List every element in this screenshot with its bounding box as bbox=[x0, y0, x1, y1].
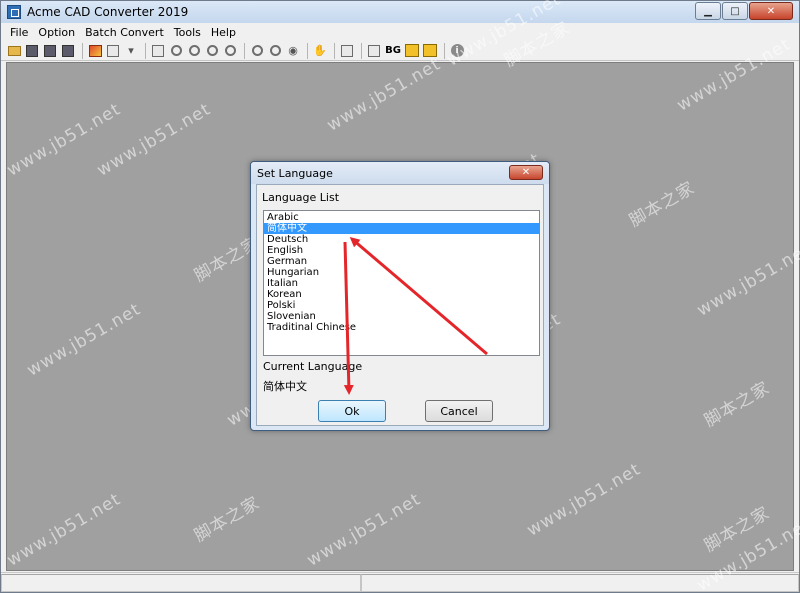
convert-button[interactable] bbox=[87, 43, 103, 59]
language-item[interactable]: Korean bbox=[264, 289, 539, 300]
convert-icon bbox=[88, 44, 102, 57]
set-language-dialog: Set Language ✕ Language List Arabic 简体中文… bbox=[250, 161, 550, 431]
save-as-button[interactable] bbox=[60, 43, 76, 59]
ok-button[interactable]: Ok bbox=[318, 400, 386, 422]
language-item[interactable]: German bbox=[264, 256, 539, 267]
print-icon bbox=[152, 44, 164, 57]
info-icon: i bbox=[450, 44, 464, 57]
batch-icon bbox=[107, 44, 119, 57]
window-controls: ▁ □ ✕ bbox=[694, 2, 793, 20]
zoom-in-button[interactable] bbox=[186, 43, 202, 59]
current-language-value: 简体中文 bbox=[263, 380, 307, 393]
save-all-icon bbox=[44, 44, 56, 57]
language-item[interactable]: Italian bbox=[264, 278, 539, 289]
zoom-extents-icon bbox=[224, 45, 236, 56]
menu-file[interactable]: File bbox=[5, 26, 33, 39]
home-button[interactable] bbox=[422, 43, 438, 59]
zoom-extents-button[interactable] bbox=[222, 43, 238, 59]
warning-icon bbox=[405, 44, 419, 57]
status-pane-main bbox=[1, 574, 361, 592]
language-item[interactable]: English bbox=[264, 245, 539, 256]
background-button[interactable]: BG bbox=[384, 43, 402, 59]
app-icon[interactable] bbox=[7, 5, 21, 19]
title-bar[interactable]: Acme CAD Converter 2019 ▁ □ ✕ bbox=[1, 1, 799, 23]
zoom-window-icon bbox=[251, 45, 263, 56]
eye-icon: ◉ bbox=[288, 44, 298, 57]
close-button[interactable]: ✕ bbox=[749, 2, 793, 20]
minimize-icon: ▁ bbox=[704, 5, 712, 17]
batch-button[interactable] bbox=[105, 43, 121, 59]
toolbar-separator bbox=[334, 42, 335, 59]
menu-tools[interactable]: Tools bbox=[169, 26, 206, 39]
language-item[interactable]: Polski bbox=[264, 300, 539, 311]
toolbar-separator bbox=[444, 42, 445, 59]
zoom-icon bbox=[170, 45, 182, 56]
open-folder-icon bbox=[7, 45, 21, 56]
menu-bar: File Option Batch Convert Tools Help bbox=[1, 23, 799, 41]
save-as-icon bbox=[62, 44, 74, 57]
warning-button[interactable] bbox=[404, 43, 420, 59]
save-icon bbox=[26, 44, 38, 57]
language-item[interactable]: Traditinal Chinese bbox=[264, 322, 539, 333]
toolbar: ▾ ◉ ✋ BG i bbox=[1, 41, 799, 61]
save-button[interactable] bbox=[24, 43, 40, 59]
layers-icon bbox=[341, 44, 353, 57]
zoom-window-button[interactable] bbox=[249, 43, 265, 59]
maximize-icon: □ bbox=[730, 5, 740, 17]
language-item[interactable]: Deutsch bbox=[264, 234, 539, 245]
zoom-button[interactable] bbox=[168, 43, 184, 59]
toolbar-separator bbox=[145, 42, 146, 59]
language-item[interactable]: Hungarian bbox=[264, 267, 539, 278]
menu-batch-convert[interactable]: Batch Convert bbox=[80, 26, 169, 39]
save-all-button[interactable] bbox=[42, 43, 58, 59]
home-icon bbox=[423, 44, 437, 57]
minimize-button[interactable]: ▁ bbox=[695, 2, 721, 20]
toolbar-separator bbox=[82, 42, 83, 59]
dialog-body: Language List Arabic 简体中文 Deutsch Englis… bbox=[256, 184, 544, 426]
print-button[interactable] bbox=[150, 43, 166, 59]
zoom-realtime-icon bbox=[269, 45, 281, 56]
chevron-down-icon: ▾ bbox=[128, 44, 134, 57]
frame-icon bbox=[368, 44, 380, 57]
hand-icon: ✋ bbox=[313, 44, 327, 57]
maximize-button[interactable]: □ bbox=[722, 2, 748, 20]
batch-dropdown[interactable]: ▾ bbox=[123, 43, 139, 59]
open-button[interactable] bbox=[6, 43, 22, 59]
frame-button[interactable] bbox=[366, 43, 382, 59]
zoom-out-button[interactable] bbox=[204, 43, 220, 59]
cancel-button[interactable]: Cancel bbox=[425, 400, 493, 422]
window-title: Acme CAD Converter 2019 bbox=[27, 5, 189, 19]
status-pane-info bbox=[361, 574, 799, 592]
language-list[interactable]: Arabic 简体中文 Deutsch English German Hunga… bbox=[263, 210, 540, 356]
language-item[interactable]: Slovenian bbox=[264, 311, 539, 322]
toolbar-separator bbox=[244, 42, 245, 59]
view-button[interactable]: ◉ bbox=[285, 43, 301, 59]
zoom-realtime-button[interactable] bbox=[267, 43, 283, 59]
zoom-out-icon bbox=[206, 45, 218, 56]
language-item[interactable]: Arabic bbox=[264, 212, 539, 223]
toolbar-separator bbox=[307, 42, 308, 59]
close-icon: ✕ bbox=[521, 167, 531, 178]
language-list-label: Language List bbox=[262, 191, 340, 204]
close-icon: ✕ bbox=[766, 5, 776, 17]
current-language-label: Current Language bbox=[263, 360, 363, 373]
language-item-selected[interactable]: 简体中文 bbox=[264, 223, 539, 234]
toolbar-separator bbox=[361, 42, 362, 59]
dialog-title-bar[interactable]: Set Language ✕ bbox=[251, 162, 549, 184]
menu-help[interactable]: Help bbox=[206, 26, 241, 39]
layers-button[interactable] bbox=[339, 43, 355, 59]
pan-button[interactable]: ✋ bbox=[312, 43, 328, 59]
dialog-close-button[interactable]: ✕ bbox=[509, 165, 543, 180]
status-bar bbox=[1, 572, 799, 592]
zoom-in-icon bbox=[188, 45, 200, 56]
about-button[interactable]: i bbox=[449, 43, 465, 59]
menu-option[interactable]: Option bbox=[33, 26, 80, 39]
dialog-title: Set Language bbox=[257, 166, 333, 180]
